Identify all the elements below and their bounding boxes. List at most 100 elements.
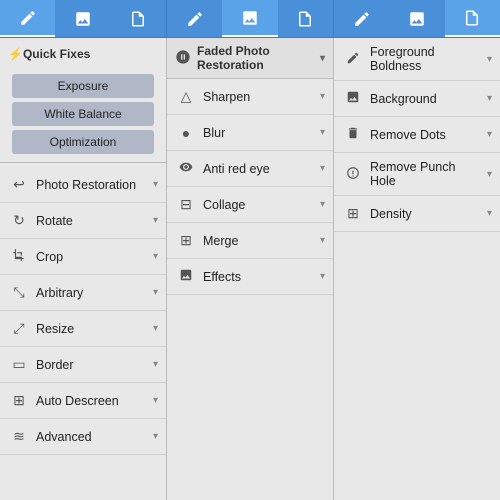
foreground-boldness-label: Foreground Boldness — [370, 45, 483, 73]
quick-fixes-icon: ⚡ — [8, 47, 23, 61]
advanced-icon: ≋ — [8, 428, 30, 445]
blur-arrow: ▾ — [320, 127, 325, 138]
tab-edit-2[interactable] — [167, 0, 222, 37]
remove-dots-label: Remove Dots — [370, 128, 483, 142]
crop-arrow: ▾ — [153, 251, 158, 262]
background-icon — [342, 90, 364, 107]
tab-doc-2[interactable] — [278, 0, 333, 37]
effects-arrow: ▾ — [320, 271, 325, 282]
remove-dots-arrow: ▾ — [487, 129, 492, 140]
collage-label: Collage — [203, 198, 316, 212]
tab-doc-1[interactable] — [111, 0, 166, 37]
collage-arrow: ▾ — [320, 199, 325, 210]
tab-doc-3[interactable] — [445, 0, 500, 37]
background-label: Background — [370, 92, 483, 106]
crop-label: Crop — [36, 250, 149, 264]
remove-dots-icon — [342, 126, 364, 143]
rotate-icon: ↻ — [8, 212, 30, 229]
foreground-boldness-arrow: ▾ — [487, 54, 492, 65]
sharpen-arrow: ▾ — [320, 91, 325, 102]
border-icon: ▭ — [8, 356, 30, 373]
tab-section-2 — [167, 0, 334, 37]
menu-item-rotate[interactable]: ↻ Rotate ▾ — [0, 203, 166, 239]
menu-item-auto-descreen[interactable]: ⊞ Auto Descreen ▾ — [0, 383, 166, 419]
menu-item-remove-dots[interactable]: Remove Dots ▾ — [334, 117, 500, 153]
panel-1: ⚡ Quick Fixes Exposure White Balance Opt… — [0, 38, 167, 500]
anti-red-eye-icon — [175, 160, 197, 177]
exposure-button[interactable]: Exposure — [12, 74, 154, 98]
auto-descreen-label: Auto Descreen — [36, 394, 149, 408]
menu-item-arbitrary[interactable]: ⤡ Arbitrary ▾ — [0, 275, 166, 311]
menu-item-remove-punch-hole[interactable]: Remove Punch Hole ▾ — [334, 153, 500, 196]
effects-icon — [175, 268, 197, 285]
tab-image-3[interactable] — [389, 0, 444, 37]
tab-section-3 — [334, 0, 500, 37]
collage-icon: ⊟ — [175, 196, 197, 213]
panel-3: Foreground Boldness ▾ Background ▾ Remov… — [334, 38, 500, 500]
crop-icon — [8, 248, 30, 265]
anti-red-eye-label: Anti red eye — [203, 162, 316, 176]
sharpen-label: Sharpen — [203, 90, 316, 104]
rotate-label: Rotate — [36, 214, 149, 228]
menu-item-border[interactable]: ▭ Border ▾ — [0, 347, 166, 383]
menu-item-blur[interactable]: ● Blur ▾ — [167, 115, 333, 151]
menu-item-anti-red-eye[interactable]: Anti red eye ▾ — [167, 151, 333, 187]
optimization-button[interactable]: Optimization — [12, 130, 154, 154]
photo-restoration-label: Photo Restoration — [36, 178, 149, 192]
remove-punch-hole-icon — [342, 166, 364, 183]
panel-2-header[interactable]: Faded Photo Restoration ▾ — [167, 38, 333, 79]
density-icon: ⊞ — [342, 205, 364, 222]
white-balance-button[interactable]: White Balance — [12, 102, 154, 126]
menu-item-density[interactable]: ⊞ Density ▾ — [334, 196, 500, 232]
quick-fixes-label: Quick Fixes — [23, 47, 90, 61]
menu-item-sharpen[interactable]: △ Sharpen ▾ — [167, 79, 333, 115]
menu-item-crop[interactable]: Crop ▾ — [0, 239, 166, 275]
quick-fixes-buttons: Exposure White Balance Optimization — [0, 70, 166, 158]
panels: ⚡ Quick Fixes Exposure White Balance Opt… — [0, 38, 500, 500]
rotate-arrow: ▾ — [153, 215, 158, 226]
resize-label: Resize — [36, 322, 149, 336]
foreground-boldness-icon — [342, 51, 364, 68]
merge-arrow: ▾ — [320, 235, 325, 246]
menu-item-photo-restoration[interactable]: ↩ Photo Restoration ▾ — [0, 167, 166, 203]
resize-icon: ⤢ — [8, 320, 30, 337]
divider-1 — [0, 162, 166, 163]
faded-photo-icon — [175, 49, 191, 68]
menu-item-resize[interactable]: ⤢ Resize ▾ — [0, 311, 166, 347]
advanced-label: Advanced — [36, 430, 149, 444]
advanced-arrow: ▾ — [153, 431, 158, 442]
remove-punch-hole-label: Remove Punch Hole — [370, 160, 483, 188]
border-arrow: ▾ — [153, 359, 158, 370]
sharpen-icon: △ — [175, 88, 197, 105]
effects-label: Effects — [203, 270, 316, 284]
density-label: Density — [370, 207, 483, 221]
tab-edit-1[interactable] — [0, 0, 55, 37]
menu-item-merge[interactable]: ⊞ Merge ▾ — [167, 223, 333, 259]
panel-2-header-label: Faded Photo Restoration — [197, 44, 320, 72]
tab-section-1 — [0, 0, 167, 37]
resize-arrow: ▾ — [153, 323, 158, 334]
menu-item-background[interactable]: Background ▾ — [334, 81, 500, 117]
arbitrary-icon: ⤡ — [8, 284, 30, 301]
blur-icon: ● — [175, 125, 197, 141]
anti-red-eye-arrow: ▾ — [320, 163, 325, 174]
remove-punch-hole-arrow: ▾ — [487, 169, 492, 180]
background-arrow: ▾ — [487, 93, 492, 104]
blur-label: Blur — [203, 126, 316, 140]
arbitrary-arrow: ▾ — [153, 287, 158, 298]
auto-descreen-arrow: ▾ — [153, 395, 158, 406]
tab-edit-3[interactable] — [334, 0, 389, 37]
quick-fixes-header: ⚡ Quick Fixes — [0, 38, 166, 70]
menu-item-advanced[interactable]: ≋ Advanced ▾ — [0, 419, 166, 455]
menu-item-effects[interactable]: Effects ▾ — [167, 259, 333, 295]
arbitrary-label: Arbitrary — [36, 286, 149, 300]
panel-2: Faded Photo Restoration ▾ △ Sharpen ▾ ● … — [167, 38, 334, 500]
tab-image-2[interactable] — [222, 0, 277, 37]
menu-item-collage[interactable]: ⊟ Collage ▾ — [167, 187, 333, 223]
menu-item-foreground-boldness[interactable]: Foreground Boldness ▾ — [334, 38, 500, 81]
photo-restoration-icon: ↩ — [8, 176, 30, 193]
merge-icon: ⊞ — [175, 232, 197, 249]
border-label: Border — [36, 358, 149, 372]
density-arrow: ▾ — [487, 208, 492, 219]
tab-image-1[interactable] — [55, 0, 110, 37]
